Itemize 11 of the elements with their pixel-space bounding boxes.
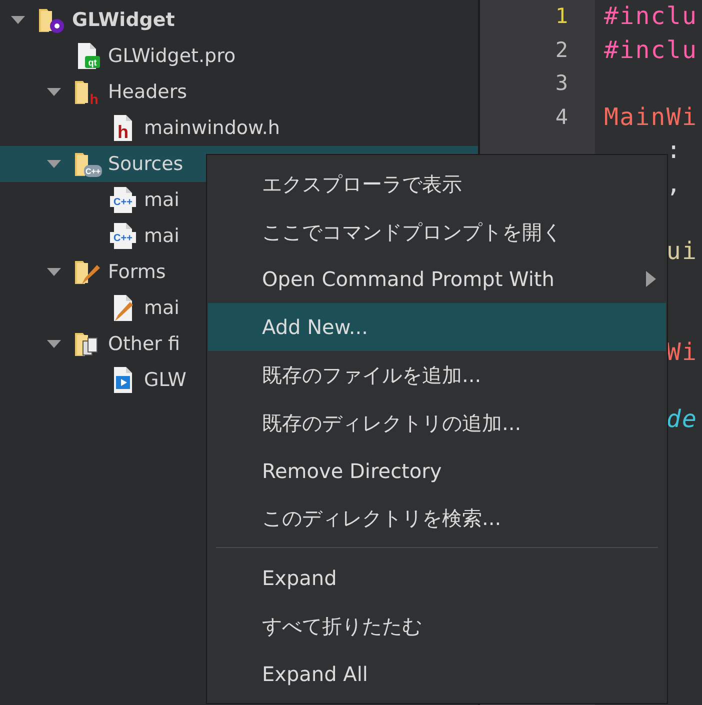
- code-text: :: [666, 136, 682, 164]
- code-text: ui: [666, 237, 698, 266]
- line-number: 4: [554, 104, 569, 131]
- code-text: de: [666, 405, 698, 434]
- line-number: 1: [554, 3, 569, 30]
- line-number: 2: [554, 36, 569, 64]
- code-text: #inclu: [604, 2, 698, 30]
- code-text: MainWi: [604, 102, 698, 131]
- code-text: #inclu: [604, 36, 698, 64]
- code-text: ,: [666, 170, 682, 198]
- line-number: 3: [554, 70, 569, 98]
